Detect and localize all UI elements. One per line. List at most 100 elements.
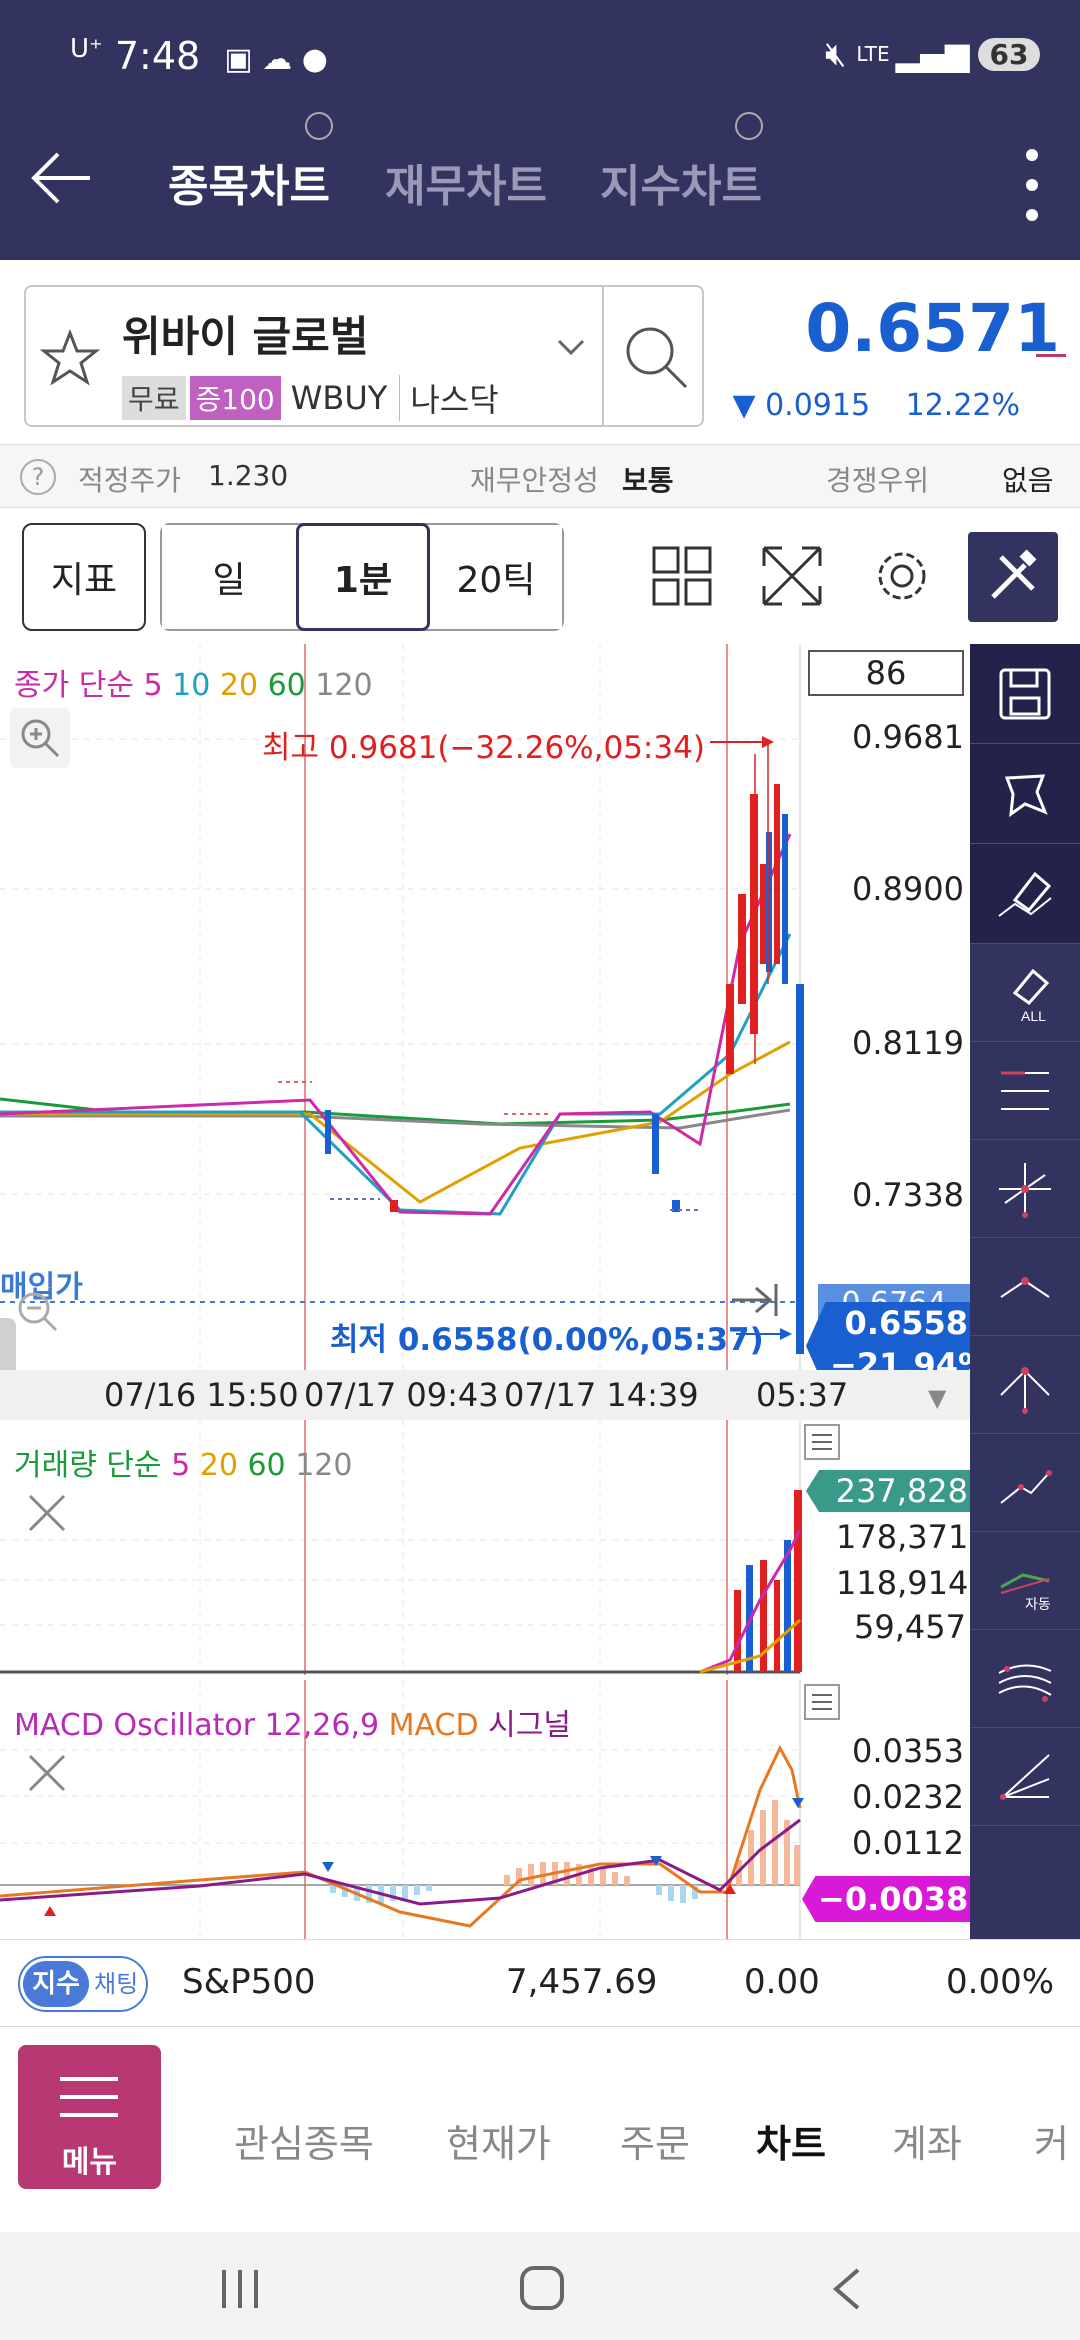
nav-community-partial[interactable]: 커 [1034,2113,1069,2168]
tab-badge-icon [735,112,763,140]
competitive-value: 없음 [1002,464,1054,497]
side-drawer-handle[interactable] [0,1318,16,1376]
volume-legend-5: 5 [171,1448,191,1483]
top-header: U⁺ 7:48 ▣ ☁ ● 🔇︎ LTE ▂▄▆ 63 종목차트 재무차트 지수… [0,0,1080,260]
badge-free: 무료 [122,376,186,420]
status-time: 7:48 [114,34,201,78]
price-tick-mark [1036,354,1066,357]
volume-legend-120: 120 [295,1448,353,1483]
favorite-star-icon[interactable] [39,328,101,391]
hlc-lines-icon[interactable] [970,1042,1080,1140]
volume-current: 237,828 [835,1472,968,1510]
interval-1min-button[interactable]: 1분 [296,523,430,631]
recent-apps-icon[interactable] [218,2268,264,2314]
gear-icon[interactable] [872,546,932,610]
signal-icon: ▂▄▆ [895,35,970,73]
y-label-1: 0.8900 [852,870,964,908]
scroll-down-icon[interactable]: ▼ [928,1384,946,1412]
close-macd-icon[interactable] [24,1750,70,1800]
tab-badge-icon [305,112,333,140]
svg-text:ALL: ALL [1021,1008,1046,1023]
current-price: 0.6571 [805,290,1060,367]
count-box: 86 [808,650,964,696]
index-change: 0.00 [744,1962,820,2002]
legend-ma10: 10 [172,668,211,703]
status-bar: U⁺ 7:48 ▣ ☁ ● [70,34,328,78]
legend-ma20: 20 [219,668,259,703]
price-ma-legend: 종가 단순 5 10 20 60 120 [14,660,373,704]
zoom-in-icon[interactable] [10,708,70,768]
help-icon[interactable]: ? [20,459,56,495]
tab-financial-chart[interactable]: 재무차트 [385,150,547,214]
low-annotation: 최저 0.6558(0.00%,05:37) [330,1322,764,1358]
grid-layout-icon[interactable] [652,546,712,610]
price-change: ▼ 0.0915 12.22% [720,388,1020,423]
change-percent: 12.22% [905,388,1020,423]
bottom-nav: 메뉴 관심종목 현재가 주문 차트 계좌 커 [0,2027,1080,2232]
nav-order[interactable]: 주문 [620,2113,690,2168]
stock-selector[interactable]: 위바이 글로벌 무료 증100 WBUY 나스닥 [24,285,704,427]
time-label-2: 07/17 14:39 [504,1376,699,1414]
nav-account[interactable]: 계좌 [892,2113,962,2168]
time-label-1: 07/17 09:43 [304,1376,499,1414]
eraser-all-icon[interactable]: ALL [970,944,1080,1042]
volume-legend-label: 거래량 단순 [14,1448,162,1483]
macd-current: −0.0038 [818,1880,969,1918]
menu-button[interactable]: 메뉴 [18,2045,161,2189]
search-icon[interactable] [622,323,692,397]
auto-trend-icon[interactable]: 자동 [970,1532,1080,1630]
tab-stock-chart[interactable]: 종목차트 [168,150,330,214]
chevron-down-icon[interactable] [556,337,586,361]
y-label-2: 0.8119 [852,1024,964,1062]
macd-y-label-0: 0.0353 [852,1732,964,1770]
arc-tool-icon[interactable] [970,1238,1080,1336]
macd-y-label-1: 0.0232 [852,1778,964,1816]
home-icon[interactable] [518,2264,566,2316]
zoom-out-icon[interactable] [10,1280,70,1340]
fan-lines-icon[interactable] [970,1630,1080,1728]
more-menu-icon[interactable] [1025,145,1039,225]
trend-line-icon[interactable] [970,1434,1080,1532]
index-ticker-row[interactable]: 지수 채팅 S&P500 7,457.69 0.00 0.00% [0,1939,1080,2027]
status-right: 🔇︎ LTE ▂▄▆ 63 [825,34,1041,74]
nav-current-price[interactable]: 현재가 [446,2113,551,2168]
volume-y-label-0: 178,371 [836,1518,969,1556]
period-day-button[interactable]: 일 [162,525,296,629]
volume-menu-icon[interactable] [804,1424,840,1460]
macd-legend: MACD Oscillator 12,26,9 MACD 시그널 [14,1700,571,1744]
volume-legend: 거래량 단순 5 20 60 120 [14,1440,352,1484]
stability-label: 재무안정성 [470,464,599,497]
nav-watchlist[interactable]: 관심종목 [234,2113,374,2168]
tick-20-button[interactable]: 20틱 [430,525,562,629]
peak-tool-icon[interactable] [970,1336,1080,1434]
stock-meta: 무료 증100 WBUY 나스닥 [122,375,499,421]
nav-chart[interactable]: 차트 [756,2113,826,2168]
expand-icon[interactable] [760,544,824,612]
fair-price-value: 1.230 [208,459,289,492]
drawing-toolbar: ALL 자동 [970,644,1080,1939]
macd-legend-osc: MACD Oscillator 12,26,9 [14,1708,380,1743]
back-arrow-icon[interactable] [30,150,92,210]
macd-legend-signal: 시그널 [488,1708,571,1743]
angle-tool-icon[interactable] [970,1728,1080,1826]
indicator-button[interactable]: 지표 [22,523,146,631]
index-name: S&P500 [182,1962,316,2002]
close-volume-icon[interactable] [24,1490,70,1540]
index-chat-toggle[interactable]: 지수 채팅 [18,1956,148,2012]
back-icon[interactable] [830,2266,864,2316]
crosshair-tool-icon[interactable] [970,1140,1080,1238]
tools-toggle-icon[interactable] [968,532,1058,622]
macd-menu-icon[interactable] [804,1684,840,1720]
save-icon[interactable] [970,644,1080,744]
tab-index-chart[interactable]: 지수차트 [600,150,762,214]
legend-ma120: 120 [315,668,373,703]
stability-value: 보통 [622,464,674,497]
index-tag: 지수 [23,1961,89,2007]
pin-icon[interactable] [970,744,1080,844]
eraser-icon[interactable] [970,844,1080,944]
legend-ma5: 5 [143,668,163,703]
legend-ma60: 60 [267,668,306,703]
carrier: U⁺ [70,34,103,64]
menu-label: 메뉴 [61,2145,118,2180]
time-label-0: 07/16 15:50 [104,1376,299,1414]
